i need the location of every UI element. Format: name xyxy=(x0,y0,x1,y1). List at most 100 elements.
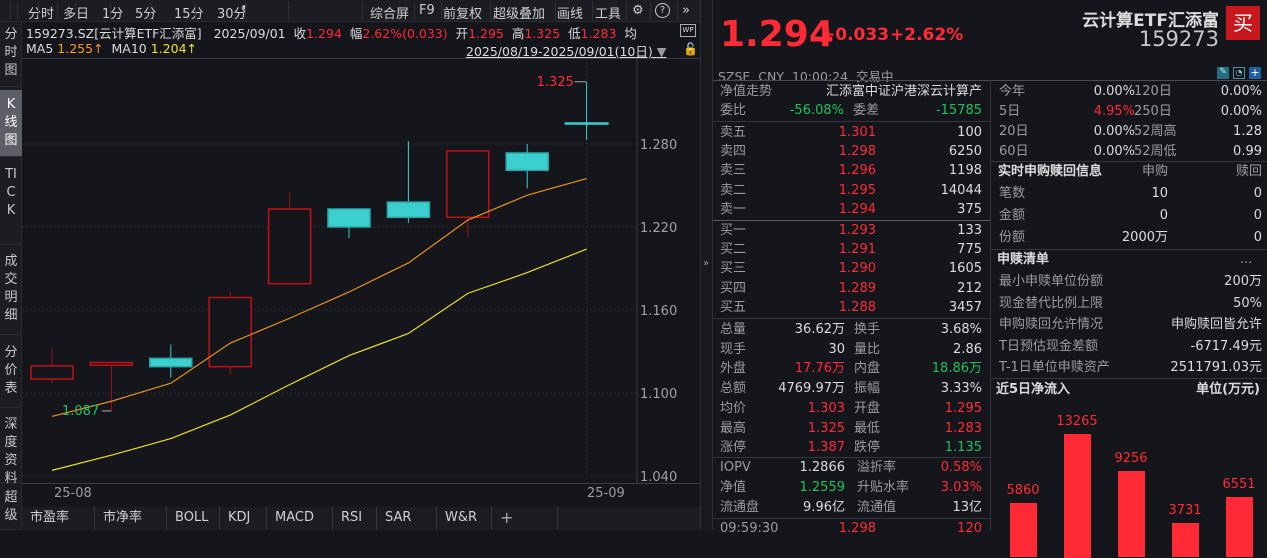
candle-body xyxy=(386,201,431,219)
toolbar-tab-4[interactable]: 15分 xyxy=(174,3,204,22)
date: 2025/09/01 xyxy=(213,26,286,41)
stat-row: 1.295 xyxy=(944,400,982,416)
expand-icon[interactable]: » xyxy=(682,3,690,18)
candle-body xyxy=(267,208,312,285)
stat-row: 2.86 xyxy=(953,341,982,357)
divider xyxy=(592,2,593,20)
bid-level: 买四 xyxy=(720,280,747,296)
performance-row: 0.00% xyxy=(1093,124,1135,139)
divider xyxy=(38,2,39,20)
divider xyxy=(288,2,289,20)
bid-level: 1.289 xyxy=(838,280,876,296)
stat-row: 30 xyxy=(828,341,845,357)
low-value: 1.283 xyxy=(580,26,617,41)
toolbar-tab-2[interactable]: 1分 xyxy=(102,3,123,22)
high-value: 1.325 xyxy=(524,26,561,41)
bid-level: 买五 xyxy=(720,299,747,315)
flow-bar xyxy=(1172,522,1199,558)
add-icon[interactable]: + xyxy=(1249,67,1261,79)
indicator-tab[interactable]: 市盈率 xyxy=(22,507,95,530)
candle-body xyxy=(446,150,490,219)
sidebar-item-0[interactable]: 分时图 xyxy=(0,22,22,87)
flow-bar xyxy=(1010,502,1037,558)
buy-button[interactable]: 买 xyxy=(1226,6,1260,40)
toolbar-btn-2[interactable]: 前复权 xyxy=(443,3,482,22)
bid-level: 买一 xyxy=(720,223,747,238)
divider xyxy=(626,2,627,20)
indicator-tab[interactable]: 市净率 xyxy=(95,507,167,530)
stat-row: 18.86万 xyxy=(931,361,982,377)
sidebar-item-6[interactable]: 超级 xyxy=(0,483,22,530)
toolbar-btn-1[interactable]: F9 xyxy=(419,3,435,18)
creation-row: 份额 xyxy=(999,230,1026,245)
bid-level: 212 xyxy=(957,280,982,296)
divider xyxy=(57,2,58,20)
sidebar-item-3[interactable]: 成交明细 xyxy=(0,247,22,335)
stat-row: 跌停 xyxy=(854,440,881,456)
wp-icon[interactable]: WP xyxy=(680,24,696,37)
candle-body xyxy=(30,365,74,380)
gear-icon[interactable]: ⚙ xyxy=(632,3,644,18)
toolbar-btn-5[interactable]: 工具 xyxy=(595,3,621,22)
avg-label: 均 xyxy=(624,26,637,41)
divider xyxy=(555,2,556,20)
divider xyxy=(713,318,990,319)
toolbar-btn-3[interactable]: 超级叠加 xyxy=(493,3,545,22)
price-change: +0.033 xyxy=(821,25,890,45)
flow-header: 单位(万元) xyxy=(1196,382,1260,397)
indicator-tab[interactable]: KDJ xyxy=(220,507,267,530)
list-row: 现金替代比例上限 xyxy=(999,295,1104,311)
flow-bar-label: 3731 xyxy=(1168,502,1202,518)
sidebar-item-1[interactable]: K线图 xyxy=(0,90,22,157)
list-row: -6717.49元 xyxy=(1190,338,1262,354)
stat-row: 1.387 xyxy=(807,440,845,456)
low-label: 低 xyxy=(568,26,581,41)
high-label: 高 xyxy=(511,26,525,41)
divider xyxy=(17,2,18,20)
stat-row: 3.68% xyxy=(940,322,982,337)
sidebar-item-5[interactable]: 深度资料 xyxy=(0,410,22,486)
candlestick-chart[interactable]: 1.280 1.220 1.160 1.100 1.040 1.325 1.087 xyxy=(22,58,700,483)
creation-header: 赎回 xyxy=(1235,164,1262,179)
ma10-label: MA10 xyxy=(111,41,147,56)
add-indicator-button[interactable]: + xyxy=(492,507,558,530)
indicator-tab[interactable]: RSI xyxy=(333,507,377,530)
indicator-tab[interactable]: MACD xyxy=(267,507,333,530)
toolbar-tab-1[interactable]: 多日 xyxy=(63,3,89,22)
creation-row: 0 xyxy=(1253,208,1262,223)
alert-bell-icon[interactable]: ◔ xyxy=(1233,67,1245,79)
flow-bar xyxy=(1064,434,1091,558)
divider xyxy=(195,2,196,20)
flow-bar-label: 6551 xyxy=(1222,476,1256,492)
bid-level: 3457 xyxy=(948,299,982,315)
help-icon[interactable]: ? xyxy=(655,3,670,18)
ask-level: 1.298 xyxy=(838,144,876,160)
panel-collapse-handle[interactable]: » xyxy=(700,0,713,530)
performance-row: 1.28 xyxy=(1233,124,1262,139)
creation-row: 10 xyxy=(1151,186,1168,201)
toolbar-btn-4[interactable]: 画线 xyxy=(557,3,583,22)
stat-row: 换手 xyxy=(854,322,881,337)
bid-level: 1605 xyxy=(948,261,982,277)
stat-row: 36.62万 xyxy=(794,322,845,337)
list-row: 申购赎回皆允许 xyxy=(1170,317,1262,332)
list-header: 申赎清单 xyxy=(997,252,1050,267)
indicator-tab[interactable]: SAR xyxy=(377,507,437,530)
list-row: 200万 xyxy=(1224,274,1262,289)
toolbar-tab-3[interactable]: 5分 xyxy=(135,3,156,22)
indicator-tab[interactable]: BOLL xyxy=(167,507,220,530)
lock-icon[interactable]: 🔓 xyxy=(683,42,698,56)
divider xyxy=(650,2,651,20)
etf-row: 1.2559 xyxy=(799,480,846,495)
list-row: 50% xyxy=(1233,295,1262,311)
sidebar-item-4[interactable]: 分价表 xyxy=(0,338,22,408)
list-row: 2511791.03元 xyxy=(1170,360,1262,375)
bid-level: 1.291 xyxy=(838,242,876,258)
indicator-tab[interactable]: W&R xyxy=(437,507,492,530)
sidebar-item-2[interactable]: TICK xyxy=(0,160,22,245)
flow-bar xyxy=(1118,471,1145,558)
toolbar-tab-0[interactable]: 分时 xyxy=(28,3,54,22)
edit-icon[interactable]: ✎ xyxy=(1217,67,1229,79)
close-value: 1.294 xyxy=(306,26,342,41)
toolbar-btn-0[interactable]: 综合屏 xyxy=(370,3,409,22)
